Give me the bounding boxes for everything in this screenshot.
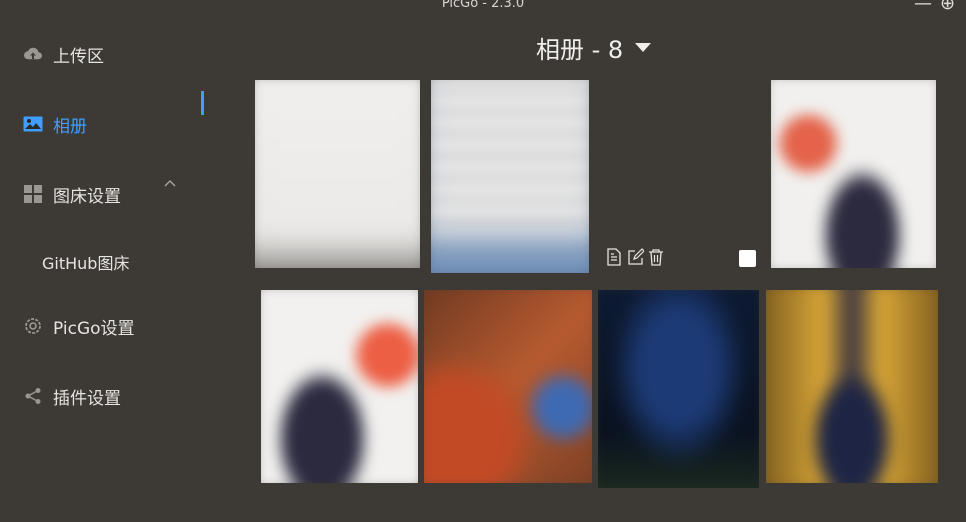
chevron-up-icon[interactable] [164,176,176,190]
caret-down-icon [635,43,652,52]
album-title: 相册 - 8 [536,36,624,64]
minimize-icon[interactable]: — [914,0,932,14]
image-icon [22,113,44,135]
grid-icon [22,183,44,205]
sidebar-item-picgo-settings[interactable]: PicGo设置 [22,312,135,340]
gear-icon [22,315,44,337]
add-circle-icon[interactable]: ⊕ [940,0,955,14]
share-icon [22,385,44,407]
gallery-image[interactable] [598,290,759,488]
edit-icon[interactable] [627,248,645,268]
title-bar: PicGo - 2.3.0 — ⊕ [0,0,966,14]
gallery-image[interactable] [261,290,418,483]
window-title: PicGo - 2.3.0 [441,0,525,11]
sidebar-item-label: PicGo设置 [53,318,135,339]
gallery-image[interactable] [771,80,936,268]
gallery-image[interactable] [766,290,938,483]
gallery-image[interactable] [424,290,592,483]
image-actions [606,248,665,268]
cloud-upload-icon [22,43,44,65]
sidebar-item-upload[interactable]: 上传区 [22,40,104,68]
sidebar-item-album[interactable]: 相册 [22,110,87,138]
album-title-dropdown[interactable]: 相册 - 8 [536,30,652,65]
sidebar-item-label: 上传区 [53,46,104,67]
sidebar-item-label: 相册 [53,116,87,137]
gallery-image[interactable] [431,80,589,273]
delete-icon[interactable] [648,248,665,268]
sidebar-subitem-github[interactable]: GitHub图床 [42,250,129,274]
document-icon[interactable] [606,248,623,268]
sidebar-item-picbed-settings[interactable]: 图床设置 [22,180,121,208]
sidebar-item-label: 插件设置 [53,388,121,409]
sidebar-item-plugin-settings[interactable]: 插件设置 [22,382,121,410]
select-checkbox[interactable] [739,250,756,267]
active-indicator [201,91,204,115]
sidebar-item-label: 图床设置 [53,186,121,207]
gallery-image[interactable] [255,80,420,268]
